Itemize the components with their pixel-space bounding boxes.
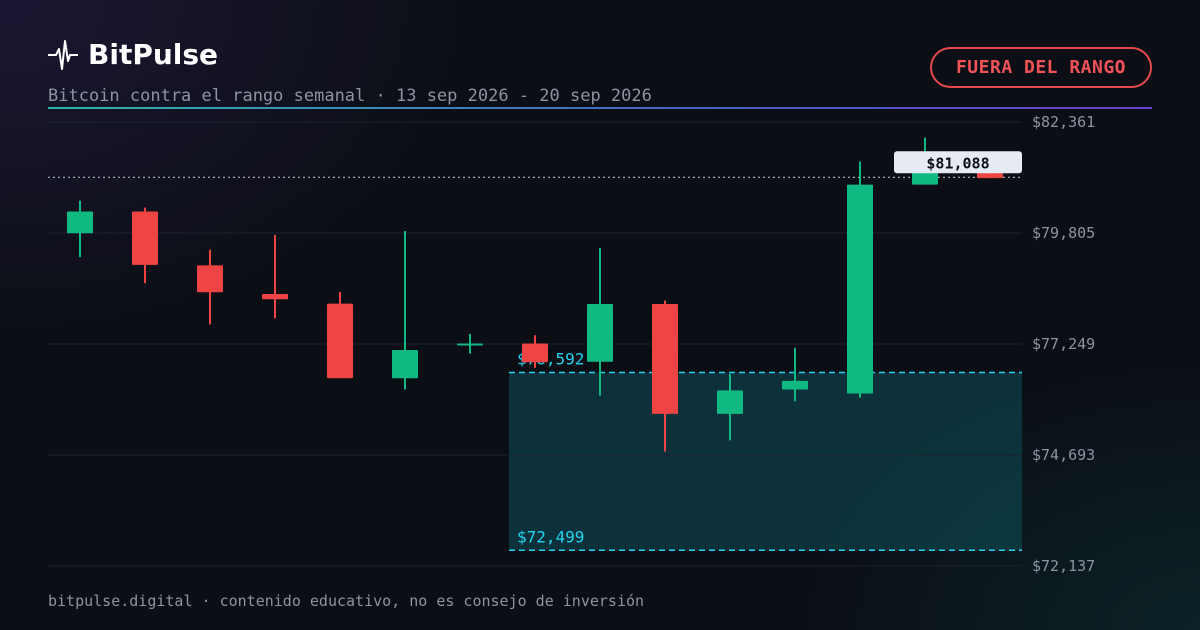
y-tick-label: $74,693 xyxy=(1032,446,1095,464)
candle-body xyxy=(977,172,1003,179)
y-tick-label: $77,249 xyxy=(1032,335,1095,353)
candle-body xyxy=(457,343,483,346)
candle xyxy=(262,234,288,319)
candle-body xyxy=(587,304,613,362)
footer-disclaimer: bitpulse.digital · contenido educativo, … xyxy=(48,592,645,610)
candle-body xyxy=(847,184,873,394)
candle-body xyxy=(522,343,548,363)
candle-body xyxy=(132,211,158,265)
candle-body xyxy=(262,294,288,300)
candle xyxy=(457,333,483,354)
candle xyxy=(132,207,158,284)
candle-body xyxy=(327,303,353,379)
y-tick-label: $72,137 xyxy=(1032,557,1095,575)
candle xyxy=(847,161,873,398)
candle-body xyxy=(197,265,223,293)
y-tick-label: $79,805 xyxy=(1032,224,1095,242)
current-price-label: $81,088 xyxy=(926,154,989,172)
candle-body xyxy=(652,304,678,414)
candlestick-chart: $72,137$74,693$77,249$79,805$82,361$76,5… xyxy=(48,113,1095,575)
y-tick-label: $82,361 xyxy=(1032,113,1095,131)
range-low-label: $72,499 xyxy=(517,527,584,546)
candle xyxy=(197,249,223,325)
range-zone xyxy=(509,372,1022,551)
candle xyxy=(977,172,1003,179)
candle-body xyxy=(392,350,418,379)
candle xyxy=(327,291,353,379)
candle-body xyxy=(67,211,93,234)
candle-body xyxy=(717,390,743,414)
candle xyxy=(392,231,418,390)
candle xyxy=(67,200,93,258)
candle-body xyxy=(782,380,808,390)
